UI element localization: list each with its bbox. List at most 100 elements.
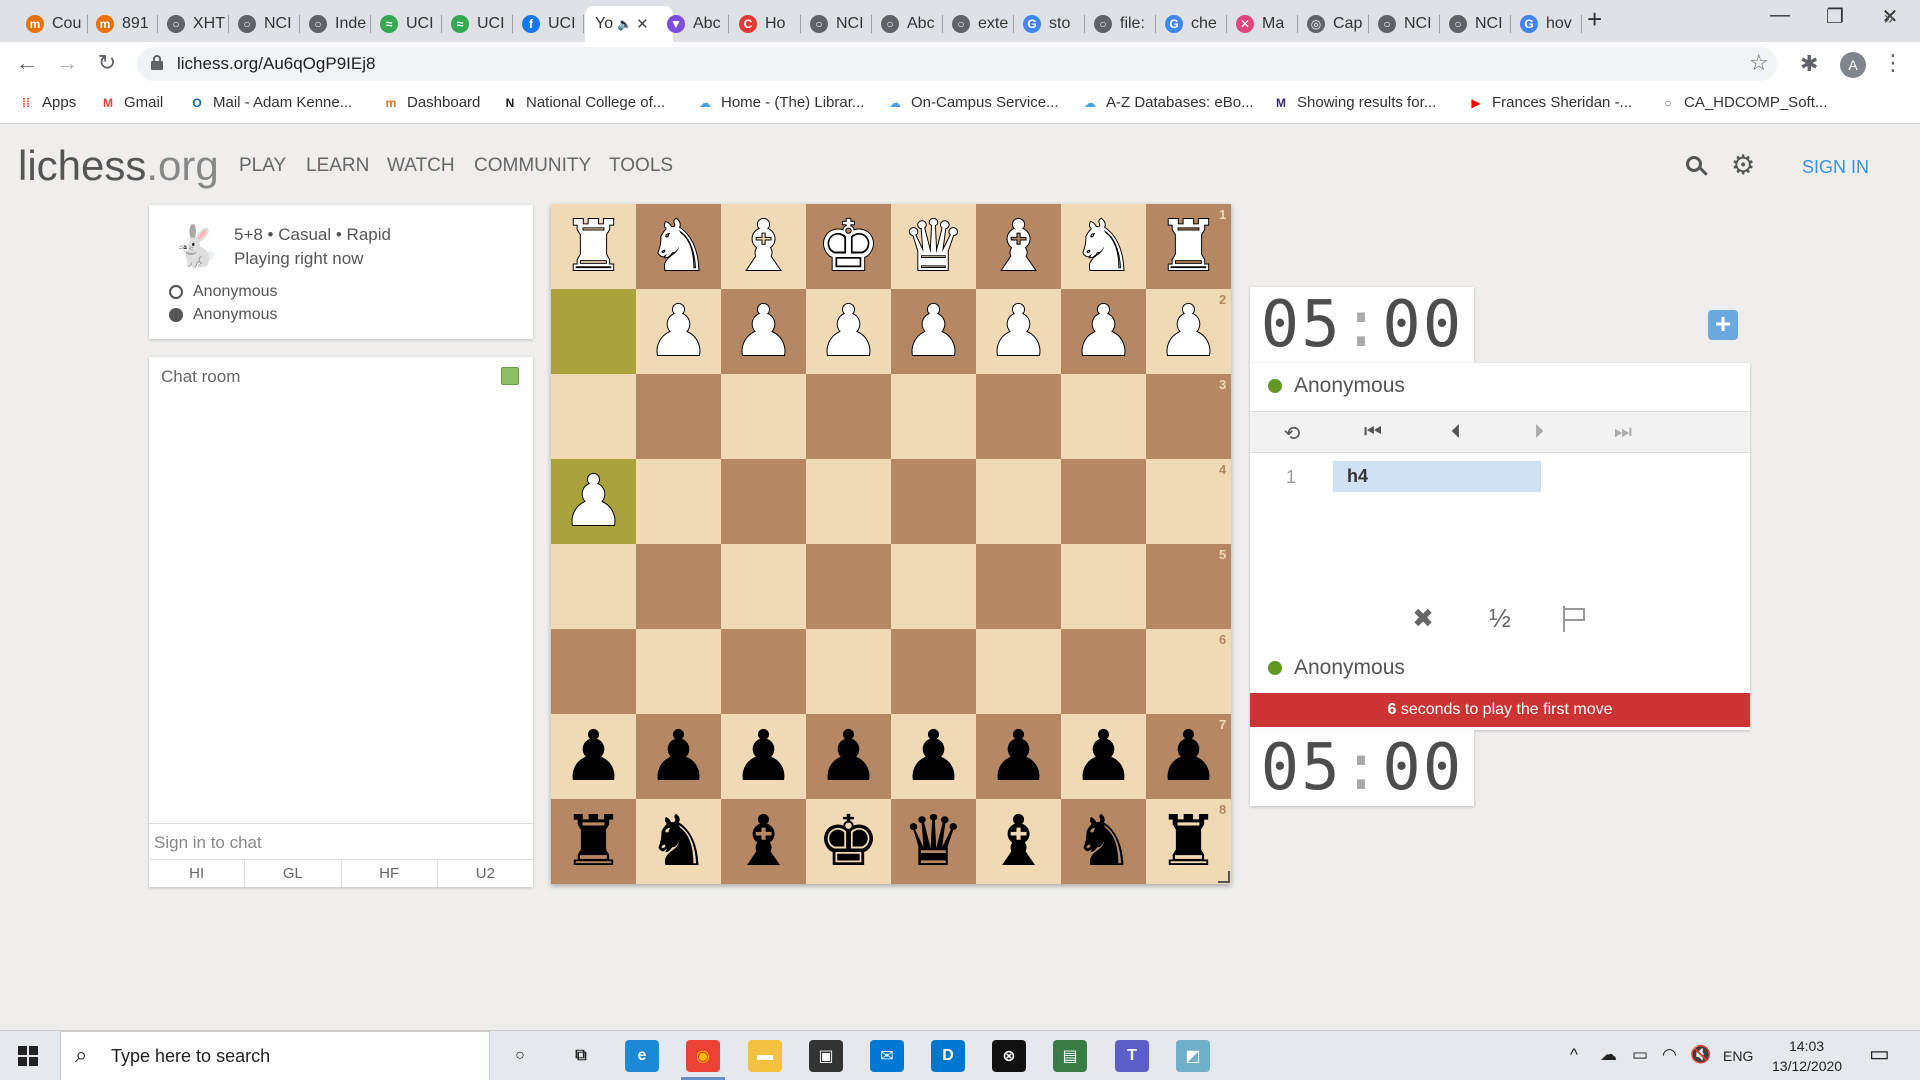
white-pawn-piece[interactable]: ♟ <box>636 289 721 374</box>
bookmark-star-icon[interactable]: ☆ <box>1749 50 1769 76</box>
browser-tab[interactable]: ○ NCI <box>1439 6 1511 42</box>
bookmark-item[interactable]: ☁ On-Campus Service... <box>887 94 1059 111</box>
nav-community[interactable]: COMMUNITY <box>474 155 591 177</box>
square-d3[interactable] <box>891 374 976 459</box>
square-b4[interactable] <box>1061 459 1146 544</box>
taskbar-mail-icon[interactable]: ✉ <box>870 1040 904 1072</box>
logo-text[interactable]: lichess <box>18 142 146 189</box>
square-h2[interactable] <box>551 289 636 374</box>
taskbar-cortana-icon[interactable]: ○ <box>503 1040 537 1072</box>
white-bishop-piece[interactable]: ♝ <box>976 204 1061 289</box>
taskbar-xbox-icon[interactable]: ⊗ <box>992 1040 1026 1072</box>
white-pawn-piece[interactable]: ♟ <box>976 289 1061 374</box>
logo-tld[interactable]: .org <box>146 142 218 189</box>
white-pawn-piece[interactable]: ♟ <box>721 289 806 374</box>
taskbar-file-explorer-icon[interactable]: ▬ <box>748 1040 782 1072</box>
square-e6[interactable] <box>806 629 891 714</box>
black-pawn-piece[interactable]: ♟ <box>1061 714 1146 799</box>
browser-tab[interactable]: ✕ Ma <box>1226 6 1298 42</box>
white-pawn-piece[interactable]: ♟ <box>806 289 891 374</box>
browser-tab[interactable]: m Cou <box>16 6 88 42</box>
nav-tools[interactable]: TOOLS <box>609 155 673 177</box>
square-c3[interactable] <box>976 374 1061 459</box>
square-b6[interactable] <box>1061 629 1146 714</box>
sign-in-link[interactable]: SIGN IN <box>1802 157 1869 178</box>
white-bishop-piece[interactable]: ♝ <box>721 204 806 289</box>
square-f5[interactable] <box>721 544 806 629</box>
black-pawn-piece[interactable]: ♟ <box>721 714 806 799</box>
browser-tab[interactable]: ○ NCI <box>228 6 300 42</box>
browser-tab[interactable]: ○ NCI <box>1368 6 1440 42</box>
square-e4[interactable] <box>806 459 891 544</box>
tab-audio-icon[interactable]: 🔈 <box>617 17 632 31</box>
square-h3[interactable] <box>551 374 636 459</box>
browser-tab[interactable]: ≈ UCI <box>441 6 513 42</box>
new-tab-button[interactable]: + <box>1587 4 1602 35</box>
black-knight-piece[interactable]: ♞ <box>1061 799 1146 884</box>
square-e3[interactable] <box>806 374 891 459</box>
browser-tab[interactable]: Gsto <box>1013 6 1085 42</box>
taskbar-time[interactable]: 14:03 <box>1789 1038 1824 1054</box>
square-b5[interactable] <box>1061 544 1146 629</box>
browser-tab[interactable]: ≈ UCI <box>370 6 442 42</box>
browser-tab[interactable]: ○ XHT <box>157 6 229 42</box>
resign-flag-icon[interactable] <box>1560 606 1586 632</box>
bookmark-item[interactable]: O Mail - Adam Kenne... <box>189 94 352 111</box>
notifications-icon[interactable]: ▭ <box>1869 1041 1890 1067</box>
black-knight-piece[interactable]: ♞ <box>636 799 721 884</box>
square-b3[interactable] <box>1061 374 1146 459</box>
bookmark-item[interactable]: ▶ Frances Sheridan -... <box>1468 94 1632 111</box>
taskbar-search-box[interactable]: ⌕ Type here to search <box>60 1031 490 1080</box>
white-rook-piece[interactable]: ♜ <box>551 204 636 289</box>
browser-tab[interactable]: ○ exte <box>942 6 1014 42</box>
white-pawn-piece[interactable]: ♟ <box>551 459 636 544</box>
back-button[interactable]: ← <box>12 50 42 76</box>
nav-play[interactable]: PLAY <box>239 155 286 177</box>
tray-chevron-icon[interactable]: ^ <box>1570 1045 1578 1065</box>
square-g6[interactable] <box>636 629 721 714</box>
square-e5[interactable] <box>806 544 891 629</box>
abort-icon[interactable]: ✖ <box>1403 603 1443 634</box>
black-pawn-piece[interactable]: ♟ <box>891 714 976 799</box>
bottom-player-name[interactable]: Anonymous <box>1294 656 1405 680</box>
square-g3[interactable] <box>636 374 721 459</box>
browser-tab[interactable]: Ghov <box>1510 6 1582 42</box>
flip-board-icon[interactable]: ⟲ <box>1272 421 1312 446</box>
bookmark-item[interactable]: m Dashboard <box>383 94 481 111</box>
taskbar-task-view-icon[interactable]: ⧉ <box>564 1040 598 1072</box>
taskbar-store-icon[interactable]: ▣ <box>809 1040 843 1072</box>
black-pawn-piece[interactable]: ♟ <box>551 714 636 799</box>
white-knight-piece[interactable]: ♞ <box>1061 204 1146 289</box>
language-indicator[interactable]: ENG <box>1723 1048 1753 1064</box>
reload-button[interactable]: ↻ <box>92 50 122 76</box>
square-c5[interactable] <box>976 544 1061 629</box>
white-pawn-piece[interactable]: ♟ <box>1061 289 1146 374</box>
browser-menu-icon[interactable]: ⋮ <box>1882 50 1904 76</box>
preset-hi[interactable]: HI <box>149 860 246 887</box>
black-bishop-piece[interactable]: ♝ <box>721 799 806 884</box>
black-king-piece[interactable]: ♚ <box>806 799 891 884</box>
lock-icon[interactable] <box>151 55 163 71</box>
browser-tab[interactable]: ▼ Abc <box>657 6 729 42</box>
browser-tab[interactable]: Gche <box>1155 6 1227 42</box>
board-resize-handle[interactable] <box>1218 871 1230 883</box>
volume-mute-icon[interactable]: 🔇 <box>1690 1045 1711 1065</box>
browser-tab[interactable]: ○ file: <box>1084 6 1156 42</box>
bookmark-item[interactable]: M Showing results for... <box>1273 94 1436 111</box>
url-text[interactable]: lichess.org/Au6qOgP9IEj8 <box>177 54 375 74</box>
browser-tab[interactable]: ○ Abc <box>871 6 943 42</box>
preset-u2[interactable]: U2 <box>438 860 533 887</box>
taskbar-snip-icon[interactable]: ◩ <box>1176 1040 1210 1072</box>
battery-icon[interactable]: ▭ <box>1632 1045 1648 1065</box>
bookmark-item[interactable]: ☁ A-Z Databases: eBo... <box>1082 94 1254 111</box>
square-f3[interactable] <box>721 374 806 459</box>
last-move-icon[interactable]: ⏭ <box>1603 421 1643 444</box>
square-c6[interactable] <box>976 629 1061 714</box>
white-queen-piece[interactable]: ♛ <box>891 204 976 289</box>
onedrive-icon[interactable]: ☁ <box>1600 1045 1617 1065</box>
chat-input[interactable]: Sign in to chat <box>149 823 533 859</box>
square-f6[interactable] <box>721 629 806 714</box>
nav-watch[interactable]: WATCH <box>387 155 455 177</box>
bookmarks-overflow-icon[interactable]: » <box>1884 8 1894 29</box>
taskbar-search-placeholder[interactable]: Type here to search <box>111 1046 270 1067</box>
